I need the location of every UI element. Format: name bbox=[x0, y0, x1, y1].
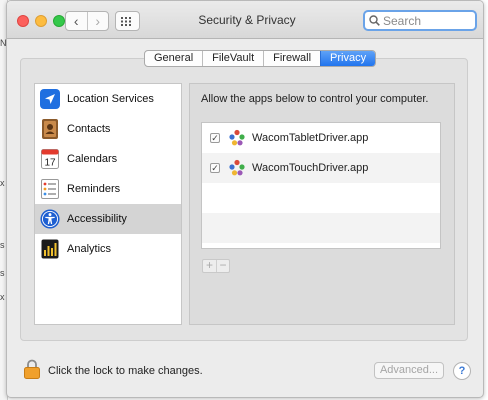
tab-privacy[interactable]: Privacy bbox=[320, 51, 376, 66]
sidebar-item-calendars[interactable]: 17 Calendars bbox=[35, 144, 181, 174]
app-row-wacom-tablet-driver[interactable]: ✓ WacomTabletDriver.app bbox=[202, 123, 440, 153]
app-checkbox[interactable]: ✓ bbox=[210, 133, 220, 143]
remove-app-button[interactable]: − bbox=[216, 259, 229, 272]
sidebar-item-label: Contacts bbox=[67, 123, 111, 135]
minimize-window-button[interactable] bbox=[35, 15, 47, 27]
show-all-button[interactable] bbox=[115, 11, 140, 31]
reminders-list-icon bbox=[40, 179, 60, 199]
grid-icon bbox=[121, 16, 131, 26]
search-field[interactable] bbox=[363, 10, 477, 31]
navigation-buttons: ‹ › bbox=[65, 11, 109, 31]
sidebar-item-label: Calendars bbox=[67, 153, 118, 165]
lock-icon[interactable] bbox=[24, 359, 40, 379]
wacom-app-icon bbox=[229, 159, 245, 176]
accessibility-icon bbox=[40, 209, 60, 229]
sidebar-item-contacts[interactable]: Contacts bbox=[35, 114, 181, 144]
chevron-left-icon: ‹ bbox=[73, 13, 79, 29]
sidebar-item-label: Reminders bbox=[67, 183, 121, 195]
sidebar-item-location-services[interactable]: Location Services bbox=[35, 84, 181, 114]
sidebar-item-reminders[interactable]: Reminders bbox=[35, 174, 181, 204]
empty-list-row bbox=[202, 183, 440, 213]
sidebar-item-accessibility[interactable]: Accessibility bbox=[35, 204, 181, 234]
app-name: WacomTouchDriver.app bbox=[252, 162, 369, 174]
title-bar: ‹ › Security & Privacy bbox=[7, 1, 483, 39]
wacom-app-icon bbox=[229, 129, 245, 146]
advanced-button[interactable]: Advanced... bbox=[374, 362, 444, 379]
calendar-icon: 17 bbox=[40, 149, 60, 169]
sidebar-item-label: Analytics bbox=[67, 243, 112, 255]
app-name: WacomTabletDriver.app bbox=[252, 132, 369, 144]
sidebar-item-analytics[interactable]: Analytics bbox=[35, 234, 181, 264]
close-window-button[interactable] bbox=[17, 15, 29, 27]
tab-bar: General FileVault Firewall Privacy bbox=[144, 50, 377, 67]
window-title: Security & Privacy bbox=[198, 13, 296, 27]
sidebar-item-label: Location Services bbox=[67, 93, 154, 105]
location-arrow-icon bbox=[40, 89, 60, 109]
analytics-icon bbox=[40, 239, 60, 259]
help-button[interactable]: ? bbox=[453, 362, 471, 380]
app-checkbox[interactable]: ✓ bbox=[210, 163, 220, 173]
calendar-day-number: 17 bbox=[44, 158, 56, 169]
add-app-button[interactable]: + bbox=[203, 259, 216, 272]
sidebar-item-label: Accessibility bbox=[67, 213, 127, 225]
zoom-window-button[interactable] bbox=[53, 15, 65, 27]
tab-filevault[interactable]: FileVault bbox=[202, 51, 263, 66]
add-remove-control: + − bbox=[202, 259, 230, 273]
chevron-right-icon: › bbox=[95, 13, 101, 29]
back-button[interactable]: ‹ bbox=[66, 12, 87, 30]
tab-firewall[interactable]: Firewall bbox=[263, 51, 320, 66]
empty-list-row bbox=[202, 213, 440, 243]
app-row-wacom-touch-driver[interactable]: ✓ WacomTouchDriver.app bbox=[202, 153, 440, 183]
search-input[interactable] bbox=[383, 13, 473, 28]
forward-button[interactable]: › bbox=[86, 12, 109, 30]
allowed-apps-list: ✓ WacomTabletDriver.app ✓ WacomTouchDriv… bbox=[201, 122, 441, 249]
contacts-book-icon bbox=[40, 119, 60, 139]
pane-heading: Allow the apps below to control your com… bbox=[201, 93, 429, 105]
privacy-services-list: Location Services Contacts 17 Calendars bbox=[34, 83, 182, 325]
search-icon bbox=[369, 15, 380, 26]
tab-general[interactable]: General bbox=[145, 51, 202, 66]
lock-message: Click the lock to make changes. bbox=[48, 365, 203, 377]
